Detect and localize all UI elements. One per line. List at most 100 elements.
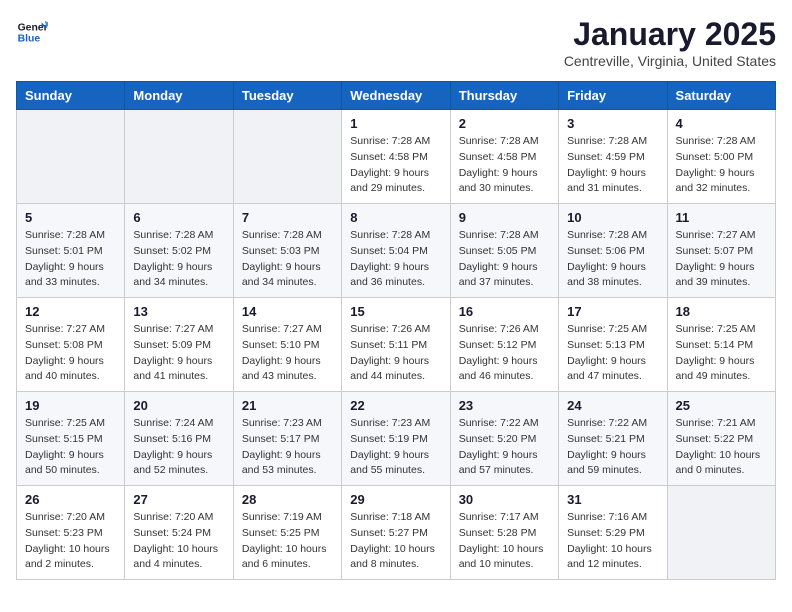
calendar-cell: 23 Sunrise: 7:22 AM Sunset: 5:20 PM Dayli… bbox=[450, 392, 558, 486]
day-info: Sunrise: 7:25 AM Sunset: 5:15 PM Dayligh… bbox=[25, 416, 116, 479]
day-number: 27 bbox=[133, 492, 224, 507]
weekday-header-tuesday: Tuesday bbox=[233, 82, 341, 110]
day-number: 17 bbox=[567, 304, 658, 319]
calendar-cell: 12Sunrise: 7:27 AM Sunset: 5:08 PM Dayli… bbox=[17, 298, 125, 392]
weekday-header-thursday: Thursday bbox=[450, 82, 558, 110]
calendar-cell: 17 Sunrise: 7:25 AM Sunset: 5:13 PM Dayli… bbox=[559, 298, 667, 392]
day-number: 14 bbox=[242, 304, 333, 319]
calendar-cell: 8 Sunrise: 7:28 AM Sunset: 5:04 PM Daylig… bbox=[342, 204, 450, 298]
day-number: 24 bbox=[567, 398, 658, 413]
logo: General Blue bbox=[16, 16, 48, 48]
calendar-cell: 10 Sunrise: 7:28 AM Sunset: 5:06 PM Dayli… bbox=[559, 204, 667, 298]
weekday-header-saturday: Saturday bbox=[667, 82, 775, 110]
day-info: Sunrise: 7:28 AM Sunset: 5:03 PM Dayligh… bbox=[242, 228, 333, 291]
weekday-header-row: SundayMondayTuesdayWednesdayThursdayFrid… bbox=[17, 82, 776, 110]
calendar-cell: 16 Sunrise: 7:26 AM Sunset: 5:12 PM Dayli… bbox=[450, 298, 558, 392]
day-info: Sunrise: 7:25 AM Sunset: 5:14 PM Dayligh… bbox=[676, 322, 767, 385]
month-title: January 2025 bbox=[564, 16, 776, 53]
day-info: Sunrise: 7:28 AM Sunset: 4:58 PM Dayligh… bbox=[459, 134, 550, 197]
calendar-cell bbox=[233, 110, 341, 204]
day-number: 31 bbox=[567, 492, 658, 507]
day-number: 18 bbox=[676, 304, 767, 319]
logo-icon: General Blue bbox=[16, 16, 48, 48]
calendar-week-row: 19Sunrise: 7:25 AM Sunset: 5:15 PM Dayli… bbox=[17, 392, 776, 486]
day-number: 13 bbox=[133, 304, 224, 319]
weekday-header-monday: Monday bbox=[125, 82, 233, 110]
weekday-header-wednesday: Wednesday bbox=[342, 82, 450, 110]
day-info: Sunrise: 7:28 AM Sunset: 5:05 PM Dayligh… bbox=[459, 228, 550, 291]
calendar-cell: 26Sunrise: 7:20 AM Sunset: 5:23 PM Dayli… bbox=[17, 486, 125, 580]
day-info: Sunrise: 7:18 AM Sunset: 5:27 PM Dayligh… bbox=[350, 510, 441, 573]
day-info: Sunrise: 7:22 AM Sunset: 5:20 PM Dayligh… bbox=[459, 416, 550, 479]
day-number: 15 bbox=[350, 304, 441, 319]
day-info: Sunrise: 7:23 AM Sunset: 5:17 PM Dayligh… bbox=[242, 416, 333, 479]
calendar-cell: 21 Sunrise: 7:23 AM Sunset: 5:17 PM Dayli… bbox=[233, 392, 341, 486]
calendar-cell: 7 Sunrise: 7:28 AM Sunset: 5:03 PM Daylig… bbox=[233, 204, 341, 298]
day-info: Sunrise: 7:26 AM Sunset: 5:12 PM Dayligh… bbox=[459, 322, 550, 385]
day-info: Sunrise: 7:27 AM Sunset: 5:08 PM Dayligh… bbox=[25, 322, 116, 385]
calendar-cell: 2 Sunrise: 7:28 AM Sunset: 4:58 PM Daylig… bbox=[450, 110, 558, 204]
day-number: 5 bbox=[25, 210, 116, 225]
calendar-cell: 28Sunrise: 7:19 AM Sunset: 5:25 PM Dayli… bbox=[233, 486, 341, 580]
calendar-cell: 30 Sunrise: 7:17 AM Sunset: 5:28 PM Dayli… bbox=[450, 486, 558, 580]
calendar-cell: 6 Sunrise: 7:28 AM Sunset: 5:02 PM Daylig… bbox=[125, 204, 233, 298]
day-info: Sunrise: 7:20 AM Sunset: 5:24 PM Dayligh… bbox=[133, 510, 224, 573]
calendar-cell: 3Sunrise: 7:28 AM Sunset: 4:59 PM Daylig… bbox=[559, 110, 667, 204]
day-info: Sunrise: 7:17 AM Sunset: 5:28 PM Dayligh… bbox=[459, 510, 550, 573]
day-number: 6 bbox=[133, 210, 224, 225]
calendar-cell: 24 Sunrise: 7:22 AM Sunset: 5:21 PM Dayli… bbox=[559, 392, 667, 486]
day-number: 23 bbox=[459, 398, 550, 413]
calendar-cell: 13 Sunrise: 7:27 AM Sunset: 5:09 PM Dayli… bbox=[125, 298, 233, 392]
day-number: 21 bbox=[242, 398, 333, 413]
svg-text:General: General bbox=[18, 22, 48, 33]
calendar-cell: 14Sunrise: 7:27 AM Sunset: 5:10 PM Dayli… bbox=[233, 298, 341, 392]
svg-text:Blue: Blue bbox=[18, 34, 41, 45]
calendar-cell: 4Sunrise: 7:28 AM Sunset: 5:00 PM Daylig… bbox=[667, 110, 775, 204]
weekday-header-sunday: Sunday bbox=[17, 82, 125, 110]
day-info: Sunrise: 7:26 AM Sunset: 5:11 PM Dayligh… bbox=[350, 322, 441, 385]
calendar-week-row: 1Sunrise: 7:28 AM Sunset: 4:58 PM Daylig… bbox=[17, 110, 776, 204]
calendar-cell: 27 Sunrise: 7:20 AM Sunset: 5:24 PM Dayli… bbox=[125, 486, 233, 580]
calendar-cell: 18 Sunrise: 7:25 AM Sunset: 5:14 PM Dayli… bbox=[667, 298, 775, 392]
day-info: Sunrise: 7:24 AM Sunset: 5:16 PM Dayligh… bbox=[133, 416, 224, 479]
weekday-header-friday: Friday bbox=[559, 82, 667, 110]
calendar-cell: 20Sunrise: 7:24 AM Sunset: 5:16 PM Dayli… bbox=[125, 392, 233, 486]
calendar-cell: 25Sunrise: 7:21 AM Sunset: 5:22 PM Dayli… bbox=[667, 392, 775, 486]
calendar-table: SundayMondayTuesdayWednesdayThursdayFrid… bbox=[16, 81, 776, 580]
day-info: Sunrise: 7:23 AM Sunset: 5:19 PM Dayligh… bbox=[350, 416, 441, 479]
day-number: 26 bbox=[25, 492, 116, 507]
title-block: January 2025 Centreville, Virginia, Unit… bbox=[564, 16, 776, 69]
day-info: Sunrise: 7:25 AM Sunset: 5:13 PM Dayligh… bbox=[567, 322, 658, 385]
day-info: Sunrise: 7:16 AM Sunset: 5:29 PM Dayligh… bbox=[567, 510, 658, 573]
day-number: 30 bbox=[459, 492, 550, 507]
day-info: Sunrise: 7:28 AM Sunset: 5:04 PM Dayligh… bbox=[350, 228, 441, 291]
day-info: Sunrise: 7:27 AM Sunset: 5:07 PM Dayligh… bbox=[676, 228, 767, 291]
calendar-week-row: 5 Sunrise: 7:28 AM Sunset: 5:01 PM Daylig… bbox=[17, 204, 776, 298]
day-number: 16 bbox=[459, 304, 550, 319]
calendar-cell: 19Sunrise: 7:25 AM Sunset: 5:15 PM Dayli… bbox=[17, 392, 125, 486]
location: Centreville, Virginia, United States bbox=[564, 53, 776, 69]
calendar-cell bbox=[17, 110, 125, 204]
calendar-cell bbox=[667, 486, 775, 580]
calendar-cell: 1Sunrise: 7:28 AM Sunset: 4:58 PM Daylig… bbox=[342, 110, 450, 204]
page-header: General Blue January 2025 Centreville, V… bbox=[16, 16, 776, 69]
day-info: Sunrise: 7:28 AM Sunset: 4:58 PM Dayligh… bbox=[350, 134, 441, 197]
day-info: Sunrise: 7:22 AM Sunset: 5:21 PM Dayligh… bbox=[567, 416, 658, 479]
day-info: Sunrise: 7:28 AM Sunset: 5:02 PM Dayligh… bbox=[133, 228, 224, 291]
day-info: Sunrise: 7:27 AM Sunset: 5:09 PM Dayligh… bbox=[133, 322, 224, 385]
day-number: 10 bbox=[567, 210, 658, 225]
day-info: Sunrise: 7:28 AM Sunset: 5:00 PM Dayligh… bbox=[676, 134, 767, 197]
day-number: 29 bbox=[350, 492, 441, 507]
calendar-cell: 11Sunrise: 7:27 AM Sunset: 5:07 PM Dayli… bbox=[667, 204, 775, 298]
calendar-cell: 31 Sunrise: 7:16 AM Sunset: 5:29 PM Dayli… bbox=[559, 486, 667, 580]
day-info: Sunrise: 7:28 AM Sunset: 5:01 PM Dayligh… bbox=[25, 228, 116, 291]
calendar-cell: 22 Sunrise: 7:23 AM Sunset: 5:19 PM Dayli… bbox=[342, 392, 450, 486]
calendar-cell: 29 Sunrise: 7:18 AM Sunset: 5:27 PM Dayli… bbox=[342, 486, 450, 580]
day-info: Sunrise: 7:28 AM Sunset: 5:06 PM Dayligh… bbox=[567, 228, 658, 291]
day-number: 8 bbox=[350, 210, 441, 225]
day-number: 25 bbox=[676, 398, 767, 413]
day-number: 22 bbox=[350, 398, 441, 413]
day-info: Sunrise: 7:19 AM Sunset: 5:25 PM Dayligh… bbox=[242, 510, 333, 573]
day-number: 7 bbox=[242, 210, 333, 225]
day-number: 2 bbox=[459, 116, 550, 131]
